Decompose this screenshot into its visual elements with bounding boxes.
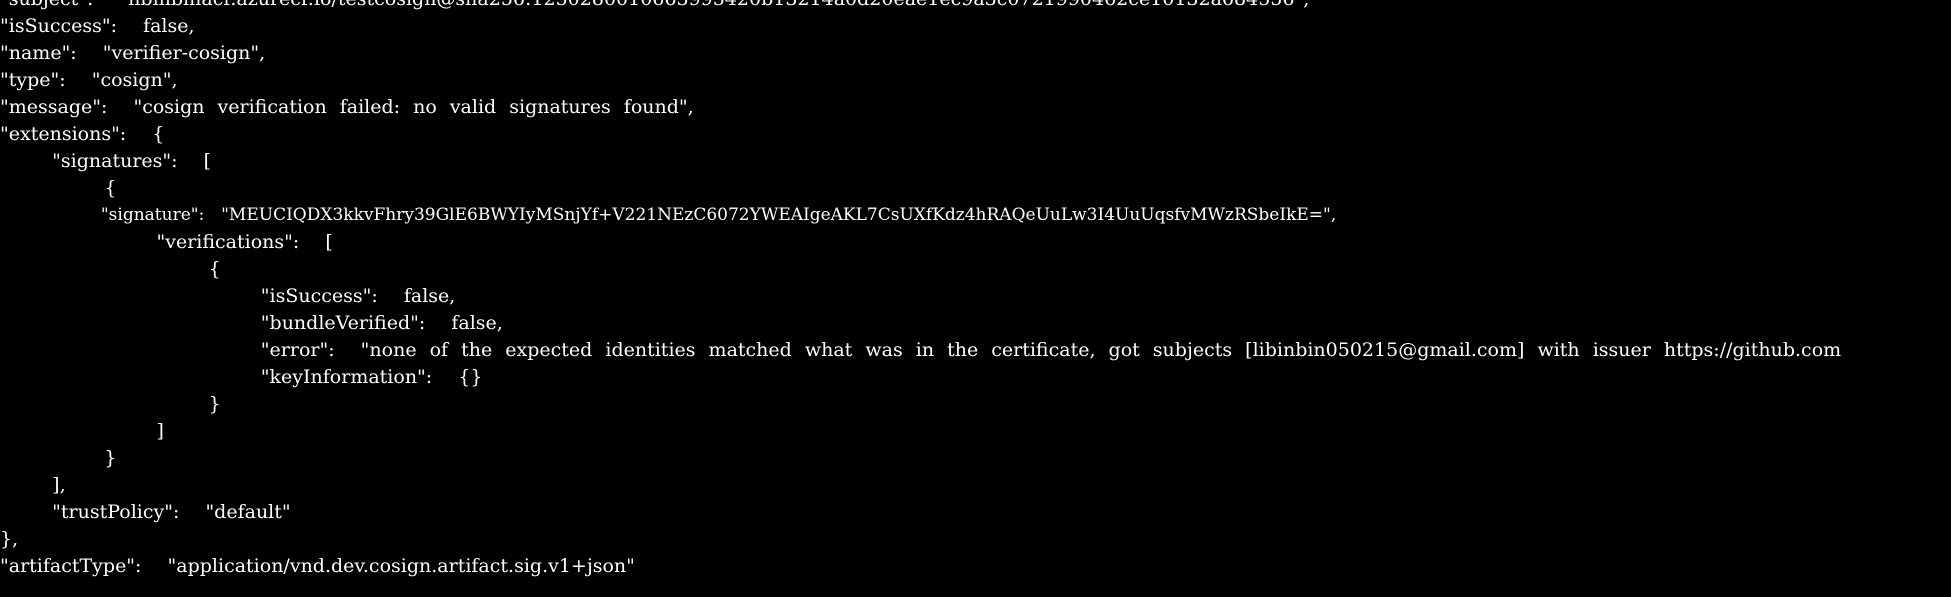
json-line-signatures: "signatures": [ <box>0 150 212 172</box>
json-line-type: "type": "cosign", <box>0 69 178 91</box>
json-line-close-bracket: ], <box>0 474 66 496</box>
json-line-message: "message": "cosign verification failed: … <box>0 96 694 118</box>
terminal-window[interactable]: "subject": "libinbinacr.azurecr.io/testc… <box>0 0 1951 597</box>
json-line-subject: "subject": "libinbinacr.azurecr.io/testc… <box>0 0 1309 13</box>
json-line-issuccess: "isSuccess": false, <box>0 15 195 37</box>
json-line-keyinformation: "keyInformation": {} <box>0 366 483 388</box>
json-line-name: "name": "verifier-cosign", <box>0 42 266 64</box>
json-line-open-brace: { <box>0 258 221 280</box>
json-line-close-brace: } <box>0 447 117 469</box>
json-line-close-brace: }, <box>0 528 19 550</box>
json-line-signature: "signature": "MEUCIQDX3kkvFhry39GlE6BWYI… <box>0 205 1337 225</box>
json-line-artifacttype: "artifactType": "application/vnd.dev.cos… <box>0 555 635 577</box>
json-line-trustpolicy: "trustPolicy": "default" <box>0 501 291 523</box>
json-line-error: "error": "none of the expected identitie… <box>0 339 1842 361</box>
json-line-extensions: "extensions": { <box>0 123 165 145</box>
json-line-verifications: "verifications": [ <box>0 231 333 253</box>
json-line-bundleverified: "bundleVerified": false, <box>0 312 503 334</box>
json-line-verif-issuccess: "isSuccess": false, <box>0 285 456 307</box>
json-line-open-brace: { <box>0 177 117 199</box>
json-line-close-brace: } <box>0 393 221 415</box>
json-line-close-bracket: ] <box>0 420 164 442</box>
